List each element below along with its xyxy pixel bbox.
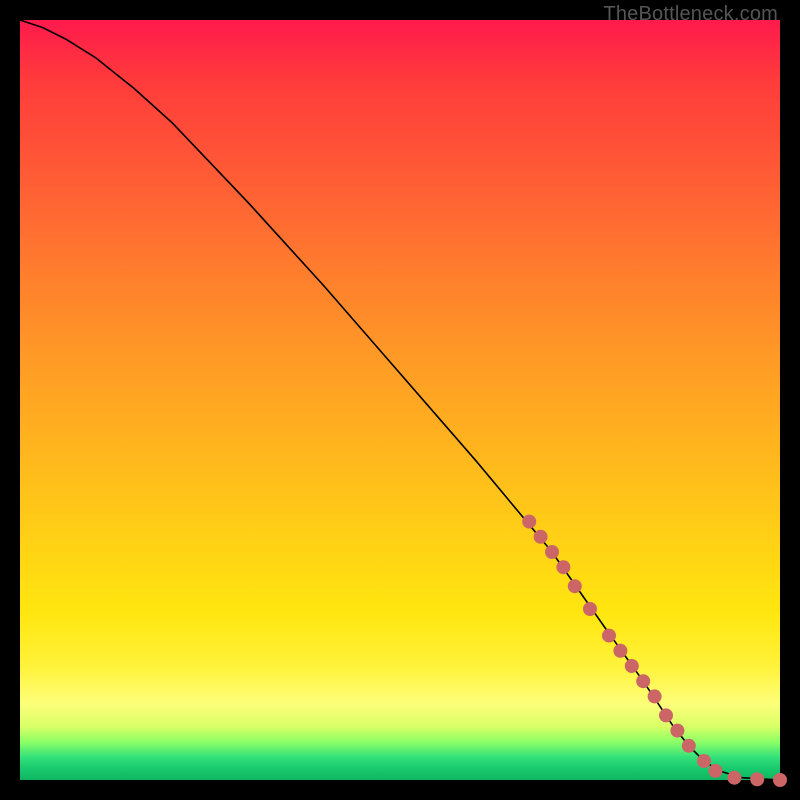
data-marker (636, 674, 650, 688)
data-marker (602, 629, 616, 643)
data-marker (670, 724, 684, 738)
data-marker (545, 545, 559, 559)
data-marker (750, 772, 764, 786)
data-marker (568, 579, 582, 593)
curve-line (20, 20, 780, 780)
data-marker (682, 739, 696, 753)
data-marker (697, 754, 711, 768)
chart-frame: TheBottleneck.com (0, 0, 800, 800)
marker-group (522, 515, 787, 787)
data-marker (659, 708, 673, 722)
data-marker (556, 560, 570, 574)
data-marker (534, 530, 548, 544)
data-marker (648, 689, 662, 703)
plot-area (20, 20, 780, 780)
data-marker (625, 659, 639, 673)
data-marker (727, 771, 741, 785)
data-marker (613, 644, 627, 658)
data-marker (708, 764, 722, 778)
data-marker (583, 602, 597, 616)
data-marker (773, 773, 787, 787)
data-marker (522, 515, 536, 529)
chart-overlay (20, 20, 780, 780)
